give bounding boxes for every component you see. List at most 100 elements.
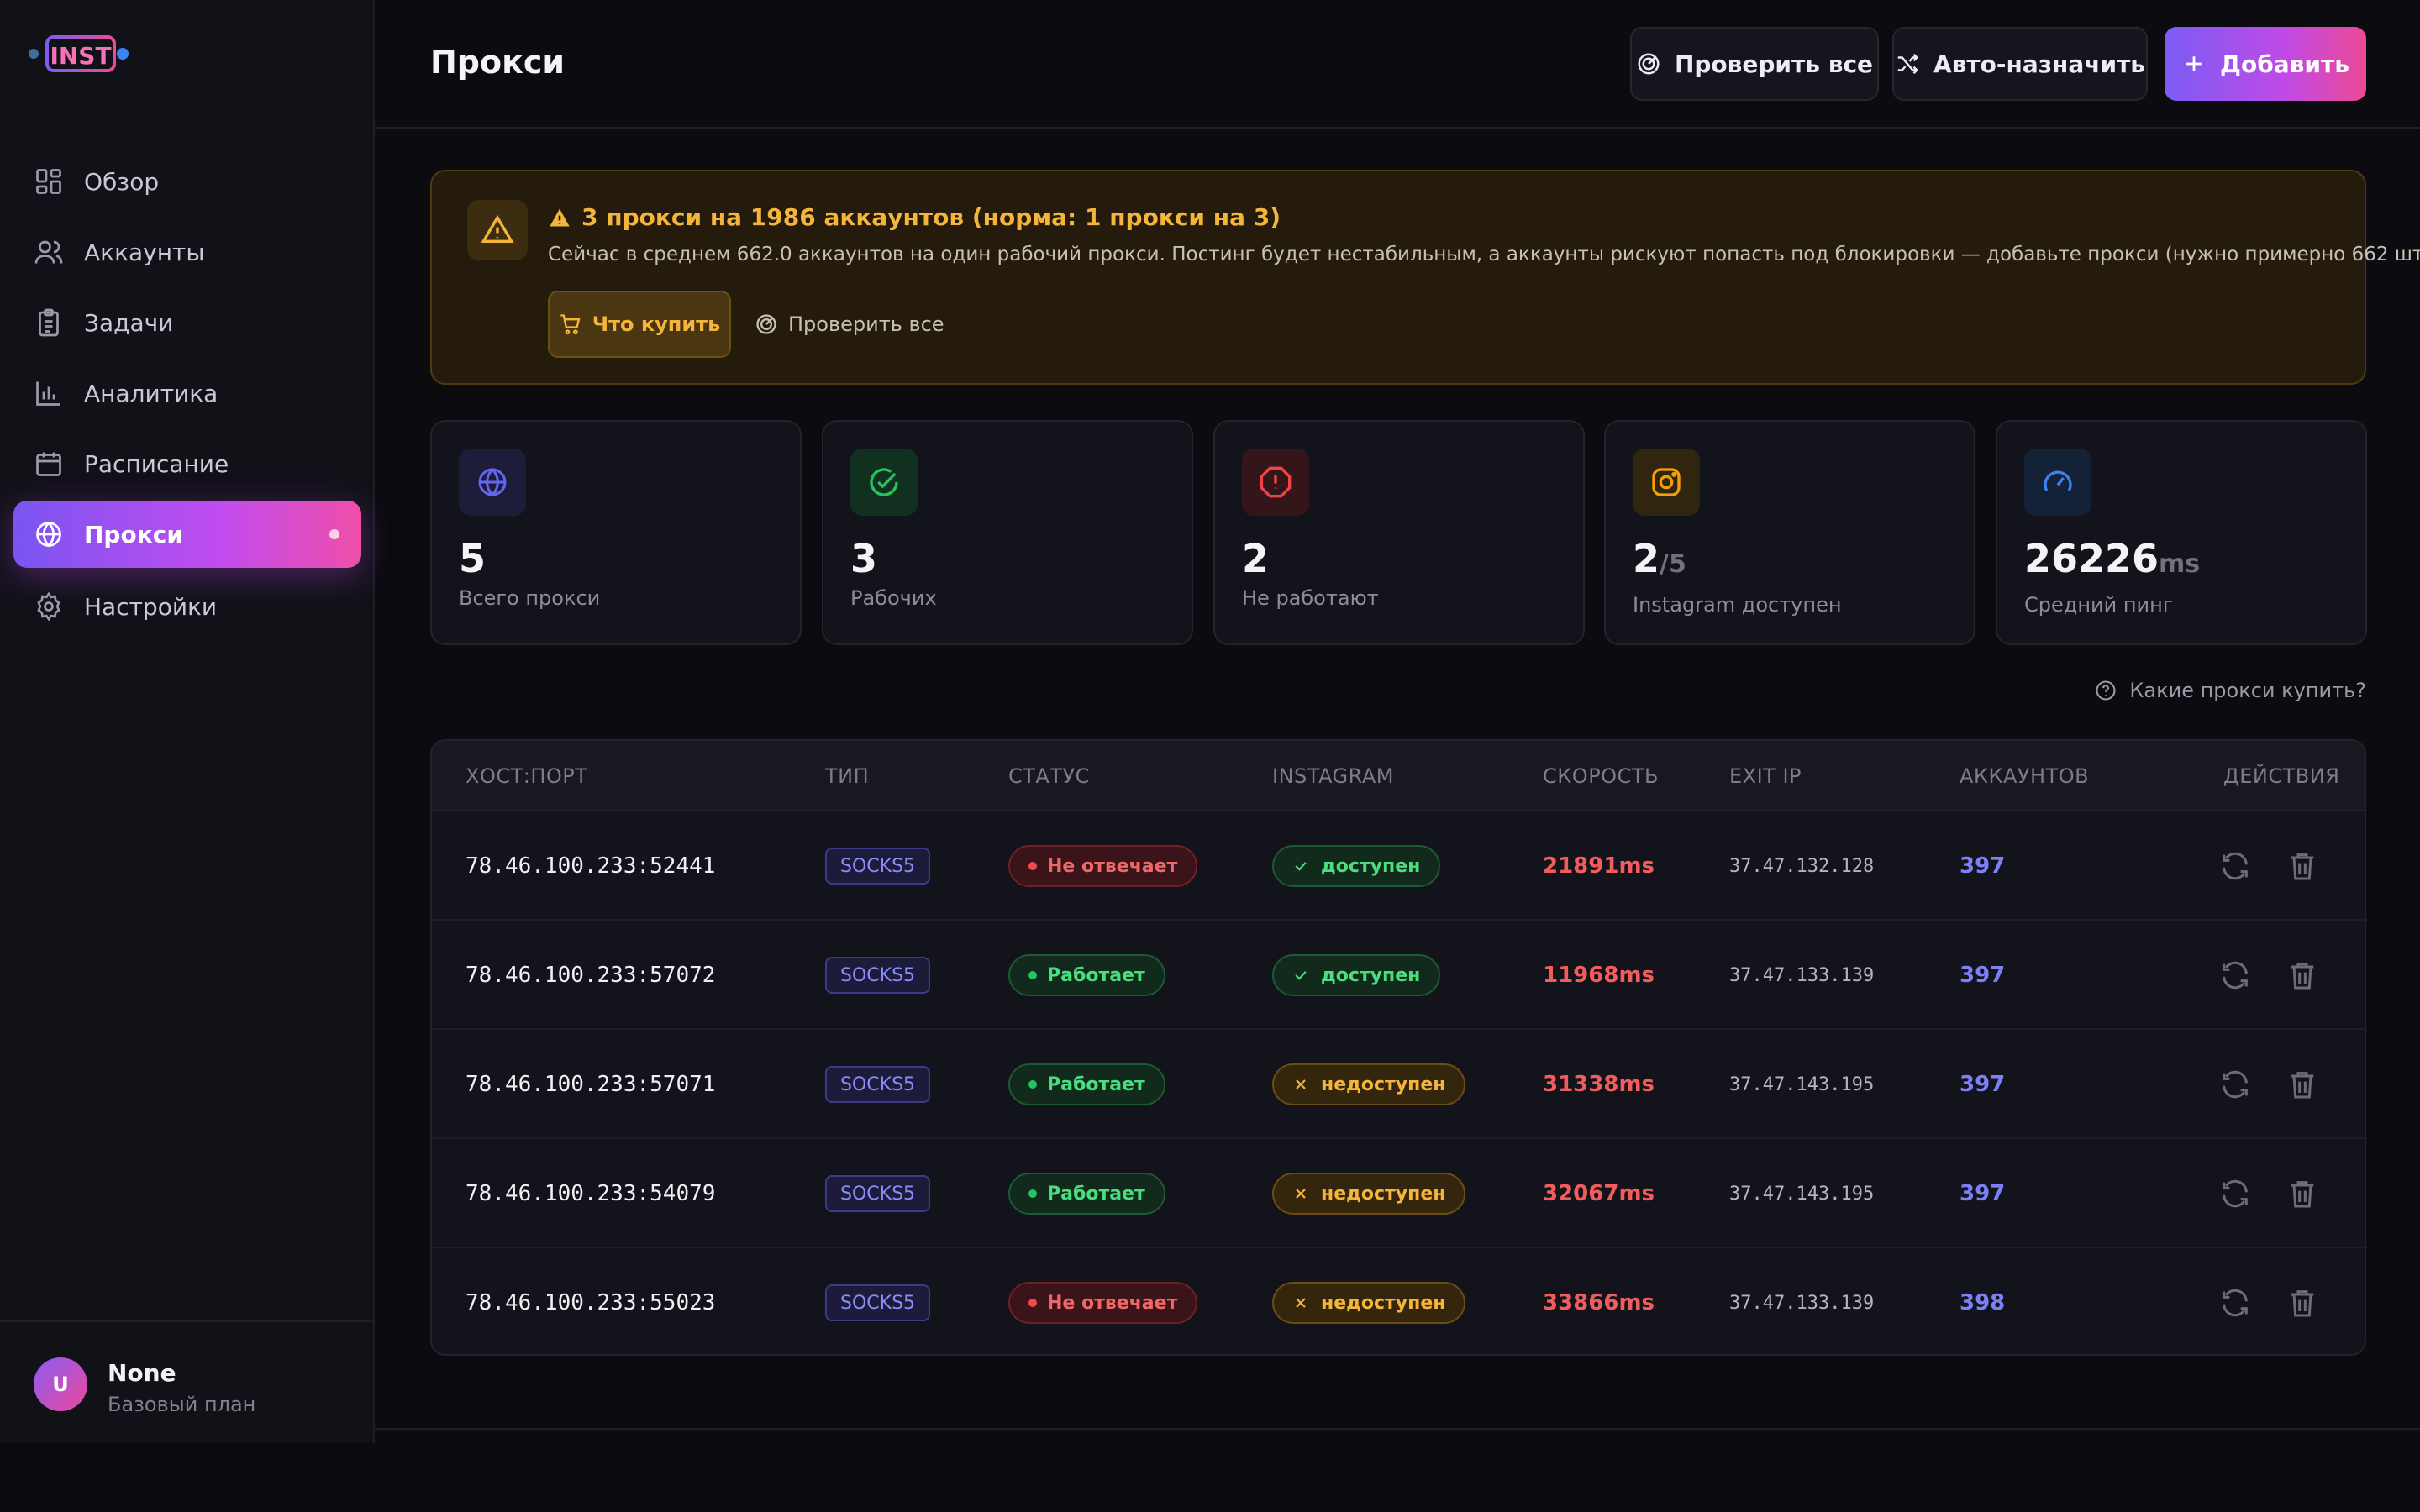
proxy-host: 78.46.100.233:54079 <box>466 1181 716 1206</box>
users-icon <box>34 240 63 264</box>
trash-icon[interactable] <box>2286 1177 2319 1210</box>
proxy-host: 78.46.100.233:55023 <box>466 1290 716 1315</box>
stat-label: Instagram доступен <box>1633 593 1842 617</box>
column-header-speed: СКОРОСТЬ <box>1543 764 1659 788</box>
accounts-count-link[interactable]: 397 <box>1960 853 2005 879</box>
status-text: Не отвечает <box>1047 1292 1178 1314</box>
refresh-icon[interactable] <box>2218 1068 2252 1101</box>
active-indicator-dot <box>329 529 339 539</box>
column-header-exit-ip: EXIT IP <box>1729 764 1802 788</box>
table-row: 78.46.100.233:54079 SOCKS5 Работает недосту… <box>432 1139 2365 1248</box>
accounts-count-link[interactable]: 398 <box>1960 1290 2005 1315</box>
table-row: 78.46.100.233:57071 SOCKS5 Работает недосту… <box>432 1030 2365 1139</box>
alert-icon-box <box>467 200 528 260</box>
trash-icon[interactable] <box>2286 849 2319 883</box>
plus-icon <box>2186 56 2202 71</box>
which-proxies-help-link[interactable]: Какие прокси купить? <box>2094 679 2366 702</box>
check-circle-icon <box>870 468 898 496</box>
alert-octagon-icon <box>1260 466 1292 498</box>
sidebar-item-accounts[interactable]: Аккаунты <box>13 218 361 286</box>
proxy-speed: 31338ms <box>1543 1072 1655 1097</box>
stat-card-failing: 2 Не работают <box>1213 420 1585 645</box>
status-badge: Не отвечает <box>1008 1282 1198 1324</box>
shopping-cart-icon <box>560 314 581 335</box>
sidebar-item-label: Аккаунты <box>84 238 205 266</box>
globe-icon <box>36 521 61 548</box>
alert-title-text: 3 прокси на 1986 аккаунтов (норма: 1 про… <box>581 203 1281 231</box>
sidebar-item-settings[interactable]: Настройки <box>13 573 361 640</box>
alert-check-all-button[interactable]: Проверить все <box>755 291 944 358</box>
column-header-host: ХОСТ:ПОРТ <box>466 764 588 788</box>
instagram-badge: недоступен <box>1272 1282 1466 1324</box>
stat-icon-box <box>1633 449 1700 516</box>
footer-divider <box>375 1428 2420 1430</box>
exit-ip: 37.47.133.139 <box>1729 1292 1875 1314</box>
stat-value: 2 <box>1242 536 1270 581</box>
column-header-instagram: INSTAGRAM <box>1272 764 1394 788</box>
check-all-button[interactable]: Проверить все <box>1630 27 1879 101</box>
stat-icon-box <box>459 449 526 516</box>
stat-value-main: 26226 <box>2024 536 2160 581</box>
stat-value-main: 2 <box>1633 536 1660 581</box>
refresh-icon[interactable] <box>2218 849 2252 883</box>
table-row: 78.46.100.233:57072 SOCKS5 Работает доступе… <box>432 921 2365 1030</box>
accounts-count-link[interactable]: 397 <box>1960 1072 2005 1097</box>
stat-label: Не работают <box>1242 586 1379 610</box>
auto-assign-label: Авто-назначить <box>1933 50 2145 78</box>
add-proxy-button[interactable]: Добавить <box>2165 27 2366 101</box>
page-title: Прокси <box>430 44 566 81</box>
avatar: U <box>34 1357 87 1411</box>
stat-icon-box <box>2024 449 2091 516</box>
exit-ip: 37.47.132.128 <box>1729 855 1875 877</box>
sidebar-item-overview[interactable]: Обзор <box>13 148 361 215</box>
what-to-buy-button[interactable]: Что купить <box>548 291 731 358</box>
sidebar-item-analytics[interactable]: Аналитика <box>13 360 361 427</box>
refresh-icon[interactable] <box>2218 958 2252 992</box>
status-dot <box>1028 862 1037 870</box>
user-profile[interactable]: U None Базовый план <box>0 1320 373 1443</box>
stat-card-instagram: 2/5 Instagram доступен <box>1604 420 1975 645</box>
sidebar-item-tasks[interactable]: Задачи <box>13 289 361 356</box>
shuffle-icon <box>1897 53 1919 75</box>
stat-icon-box <box>850 449 918 516</box>
proxy-type-badge: SOCKS5 <box>825 1066 931 1103</box>
instagram-badge: недоступен <box>1272 1063 1466 1105</box>
instagram-text: недоступен <box>1321 1183 1446 1205</box>
sidebar-item-schedule[interactable]: Расписание <box>13 430 361 497</box>
x-icon <box>1296 1189 1306 1199</box>
what-to-buy-label: Что купить <box>592 312 721 336</box>
status-text: Работает <box>1047 1074 1145 1095</box>
status-dot <box>1028 1299 1037 1307</box>
grid-icon <box>36 169 61 194</box>
proxy-type-badge: SOCKS5 <box>825 1284 931 1321</box>
stat-value-sub: /5 <box>1660 549 1686 579</box>
sidebar-item-label: Аналитика <box>84 379 218 407</box>
auto-assign-button[interactable]: Авто-назначить <box>1892 27 2148 101</box>
column-header-type: ТИП <box>825 764 870 788</box>
proxy-host: 78.46.100.233:52441 <box>466 853 716 879</box>
sidebar-item-proxies[interactable]: Прокси <box>13 501 361 568</box>
instagram-badge: доступен <box>1272 954 1441 996</box>
stat-card-total: 5 Всего прокси <box>430 420 802 645</box>
check-icon <box>1295 862 1307 871</box>
proxy-type-badge: SOCKS5 <box>825 848 931 885</box>
status-dot <box>1028 971 1037 979</box>
alert-description: Сейчас в среднем 662.0 аккаунтов на один… <box>548 244 2420 265</box>
proxy-host: 78.46.100.233:57072 <box>466 963 716 988</box>
instagram-text: недоступен <box>1321 1292 1446 1314</box>
trash-icon[interactable] <box>2286 1286 2319 1320</box>
accounts-count-link[interactable]: 397 <box>1960 963 2005 988</box>
refresh-icon[interactable] <box>2218 1286 2252 1320</box>
accounts-count-link[interactable]: 397 <box>1960 1181 2005 1206</box>
x-icon <box>1296 1298 1306 1308</box>
stat-value: 2/5 <box>1633 536 1686 581</box>
app-logo[interactable]: INST <box>25 30 133 79</box>
stat-label: Средний пинг <box>2024 593 2174 617</box>
trash-icon[interactable] <box>2286 958 2319 992</box>
alert-title: 3 прокси на 1986 аккаунтов (норма: 1 про… <box>548 203 1281 231</box>
refresh-icon[interactable] <box>2218 1177 2252 1210</box>
sidebar-item-label: Расписание <box>84 449 229 478</box>
add-proxy-label: Добавить <box>2220 50 2349 78</box>
warning-icon <box>550 208 570 226</box>
trash-icon[interactable] <box>2286 1068 2319 1101</box>
